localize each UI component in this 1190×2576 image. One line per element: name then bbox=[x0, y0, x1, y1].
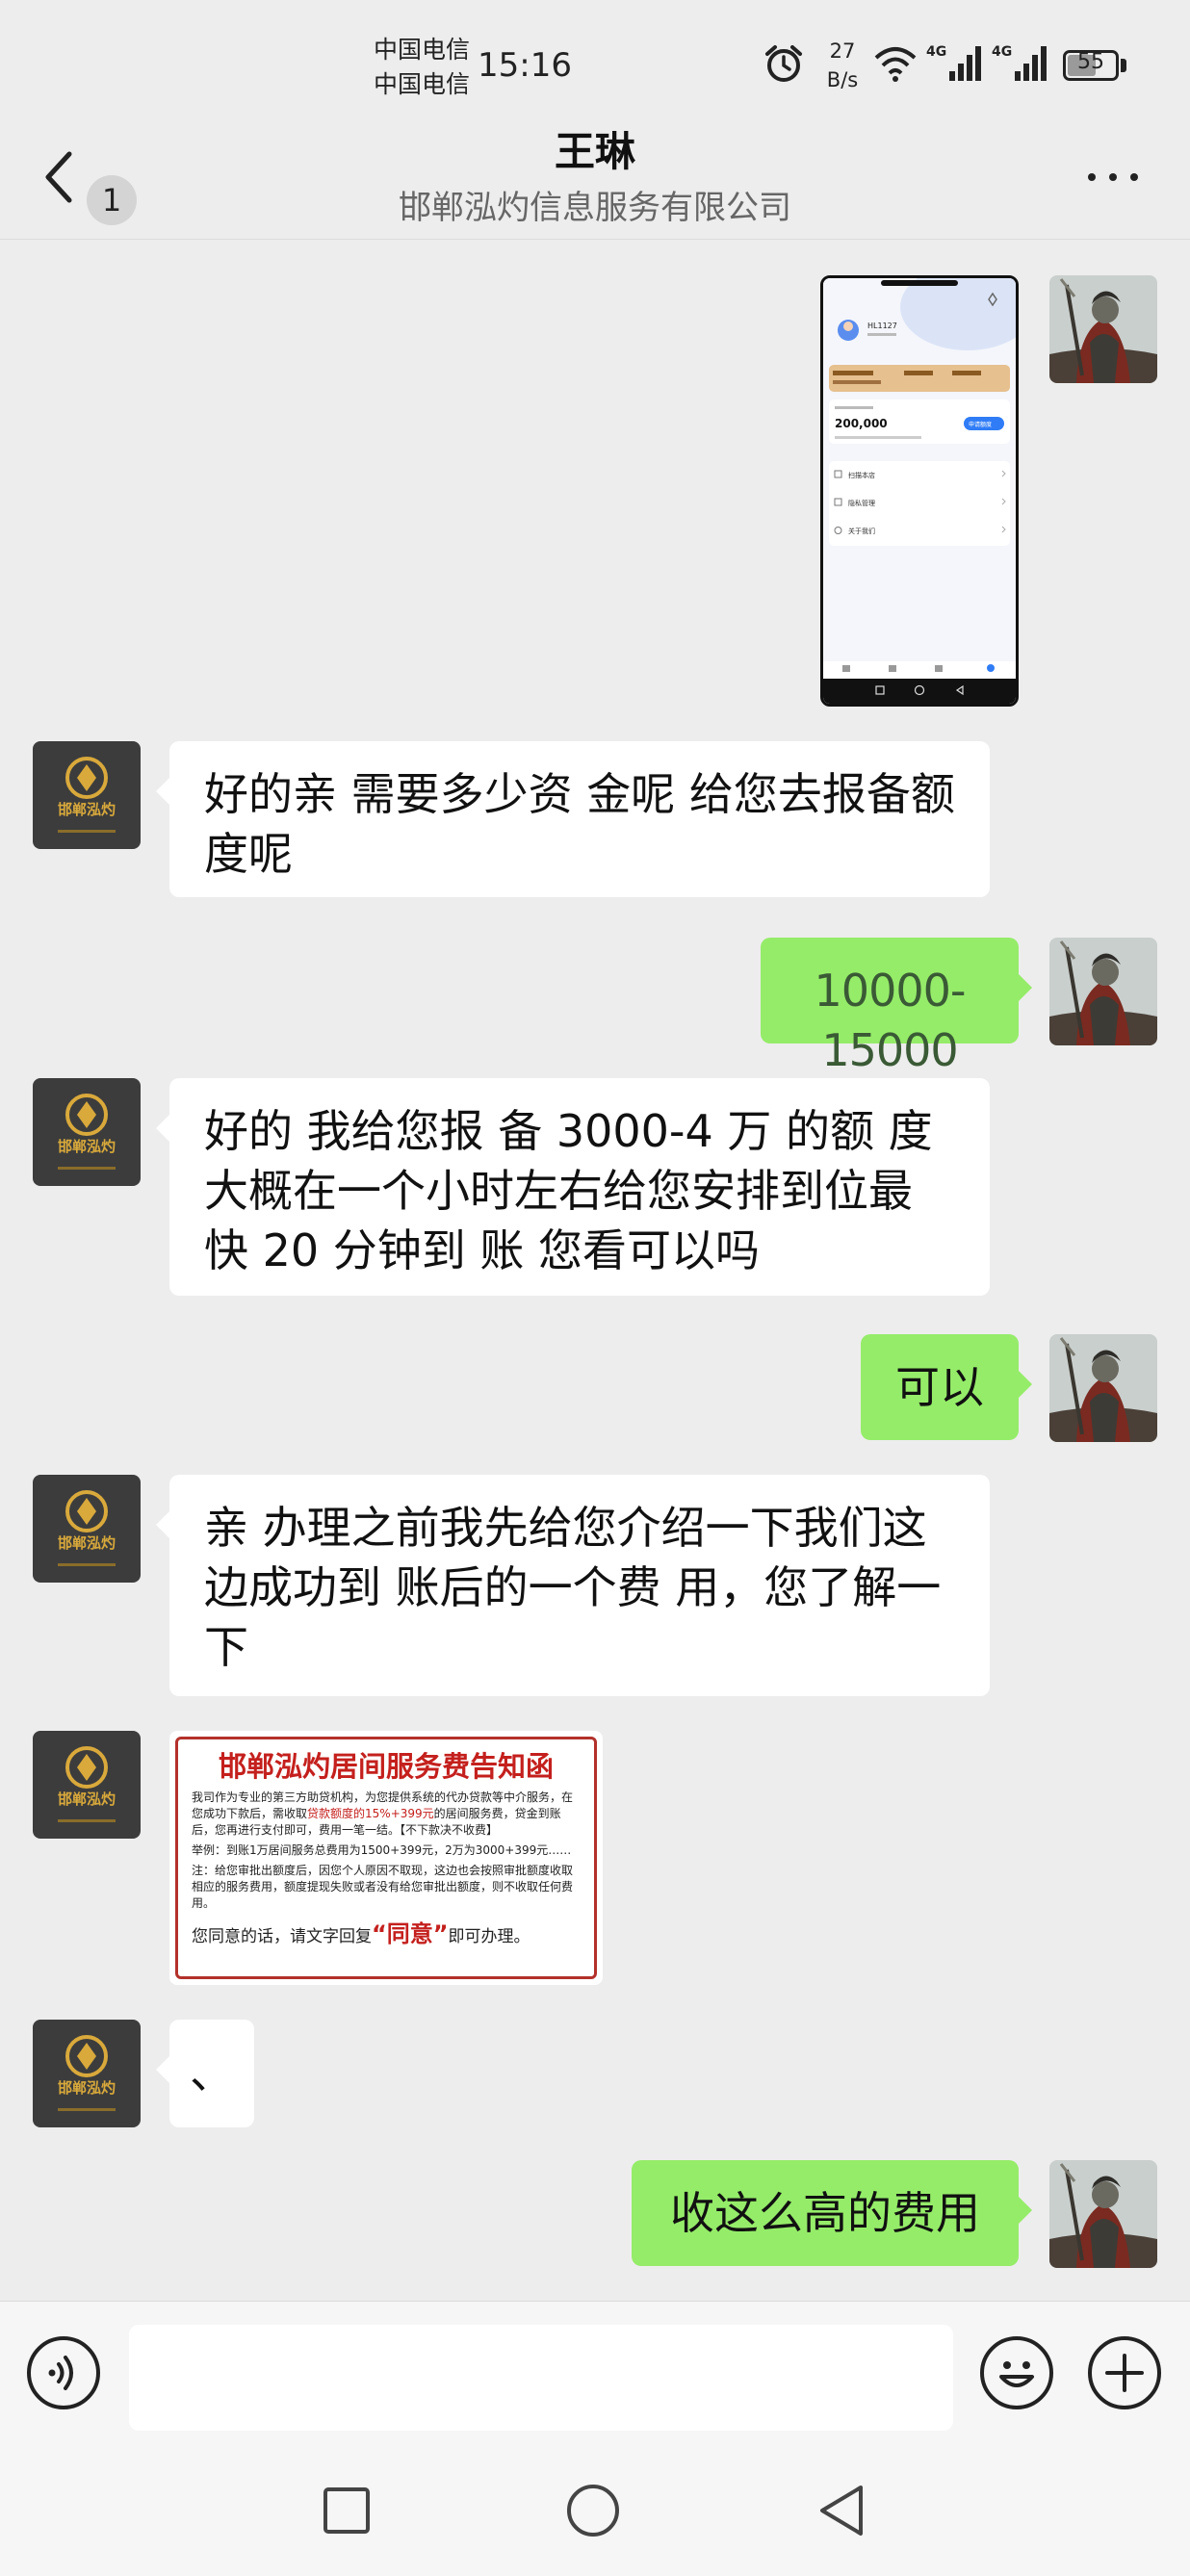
avatar-logo-text: 邯郸泓灼 bbox=[58, 1790, 116, 1808]
net-speed-unit: B/s bbox=[826, 68, 859, 91]
company-logo-avatar-image: 邯郸泓灼 bbox=[33, 2020, 141, 2127]
message-bubble[interactable]: 、 bbox=[156, 2020, 254, 2127]
notice-bottom-b: 即可办理。 bbox=[448, 1927, 530, 1946]
notice-bottom-a: 您同意的话，请文字回复 bbox=[192, 1927, 372, 1946]
message-bubble[interactable]: 收这么高的费用 bbox=[632, 2160, 1032, 2266]
my-avatar[interactable] bbox=[1049, 1334, 1157, 1442]
company-logo-avatar-image: 邯郸泓灼 bbox=[33, 1475, 141, 1583]
chat-message-list[interactable]: HL1127 200,000 申请额度 扫描本店 隐私管理 关于我们 邯郸泓灼 … bbox=[0, 239, 1190, 2301]
shot-amount: 200,000 bbox=[835, 417, 888, 430]
plus-icon[interactable] bbox=[1088, 2336, 1161, 2409]
notice-bottom-quote: “同意” bbox=[372, 1920, 449, 1947]
clock: 15:16 bbox=[478, 46, 572, 85]
signal-icon-1: 4G bbox=[926, 44, 981, 81]
system-nav-bar bbox=[0, 2445, 1190, 2576]
chat-header: 1 王琳 邯郸泓灼信息服务有限公司 bbox=[0, 114, 1190, 240]
my-avatar[interactable] bbox=[1049, 2160, 1157, 2268]
contact-avatar[interactable]: 邯郸泓灼 bbox=[33, 1731, 141, 1839]
avatar-logo-text: 邯郸泓灼 bbox=[58, 1138, 116, 1155]
notice-para1-red: 贷款额度的15%+399元 bbox=[307, 1807, 434, 1820]
carrier-2: 中国电信 bbox=[374, 70, 471, 98]
notice-note: 注：给您审批出额度后，因您个人原因不取现，这边也会按照审批额度收取相应的服务费用… bbox=[192, 1864, 574, 1910]
notice-example: 举例：到账1万居间服务总费用为1500+399元，2万为3000+399元…… bbox=[192, 1843, 572, 1857]
battery-level: 55 bbox=[1077, 50, 1104, 74]
net-speed-value: 27 bbox=[829, 39, 856, 63]
shot-menu-1: 扫描本店 bbox=[848, 471, 875, 479]
carrier-label: 中国电信 中国电信 bbox=[374, 33, 470, 102]
message-bubble[interactable]: 好的亲 需要多少资 金呢 给您去报备额 度呢 bbox=[156, 741, 990, 897]
message-input[interactable] bbox=[129, 2325, 953, 2431]
avatar-logo-text: 邯郸泓灼 bbox=[58, 2079, 116, 2097]
fee-notice-image-message[interactable]: 邯郸泓灼居间服务费告知函 我司作为专业的第三方助贷机构，为您提供系统的代办贷款等… bbox=[169, 1731, 603, 1985]
message-bubble[interactable]: 10000-15000 bbox=[761, 938, 1032, 1076]
battery-tip bbox=[1121, 59, 1126, 72]
voice-icon[interactable] bbox=[27, 2336, 100, 2409]
wifi-icon bbox=[874, 47, 917, 82]
company-logo-avatar-image: 邯郸泓灼 bbox=[33, 741, 141, 849]
input-bar bbox=[0, 2301, 1190, 2446]
contact-avatar[interactable]: 邯郸泓灼 bbox=[33, 1078, 141, 1186]
message-bubble[interactable]: 亲 办理之前我先给您介绍一下我们这边成功到 账后的一个费 用，您了解一下 bbox=[156, 1475, 990, 1696]
contact-name[interactable]: 王琳 bbox=[0, 119, 1190, 178]
notice-paragraph: 我司作为专业的第三方助贷机构，为您提供系统的代办贷款等中介服务，在您成功下款后，… bbox=[192, 1790, 581, 1839]
message-bubble[interactable]: 可以 bbox=[861, 1334, 1032, 1440]
fee-notice-frame: 邯郸泓灼居间服务费告知函 我司作为专业的第三方助贷机构，为您提供系统的代办贷款等… bbox=[175, 1737, 597, 1979]
my-avatar[interactable] bbox=[1049, 275, 1157, 383]
signal-icon-2: 4G bbox=[992, 44, 1047, 81]
contact-company: 邯郸泓灼信息服务有限公司 bbox=[399, 189, 791, 227]
signal-2-label: 4G bbox=[992, 44, 1012, 60]
app-screenshot-image: HL1127 200,000 申请额度 扫描本店 隐私管理 关于我们 bbox=[823, 278, 1016, 704]
net-speed: 27 B/s bbox=[820, 37, 865, 94]
signal-1-label: 4G bbox=[926, 44, 946, 60]
home-icon[interactable] bbox=[564, 2482, 622, 2539]
company-logo-avatar-image: 邯郸泓灼 bbox=[33, 1731, 141, 1839]
more-dots-icon[interactable] bbox=[1084, 162, 1142, 191]
carrier-1: 中国电信 bbox=[374, 36, 471, 64]
warrior-avatar-image bbox=[1049, 938, 1157, 1045]
shot-menu-3: 关于我们 bbox=[848, 527, 875, 535]
warrior-avatar-image bbox=[1049, 275, 1157, 383]
alarm-icon bbox=[765, 45, 802, 82]
contact-avatar[interactable]: 邯郸泓灼 bbox=[33, 741, 141, 849]
shot-user-id: HL1127 bbox=[867, 322, 897, 330]
emoji-icon[interactable] bbox=[980, 2336, 1053, 2409]
avatar-logo-text: 邯郸泓灼 bbox=[58, 801, 116, 818]
screenshot-image-message[interactable]: HL1127 200,000 申请额度 扫描本店 隐私管理 关于我们 bbox=[820, 275, 1019, 707]
company-logo-avatar-image: 邯郸泓灼 bbox=[33, 1078, 141, 1186]
message-bubble[interactable]: 好的 我给您报 备 3000-4 万 的额 度大概在一个小时左右给您安排到位最快… bbox=[156, 1078, 990, 1296]
battery-icon: 55 bbox=[1063, 50, 1119, 81]
notice-bottom-line: 您同意的话，请文字回复“同意”即可办理。 bbox=[192, 1921, 581, 1949]
avatar-logo-text: 邯郸泓灼 bbox=[58, 1534, 116, 1552]
warrior-avatar-image bbox=[1049, 1334, 1157, 1442]
contact-avatar[interactable]: 邯郸泓灼 bbox=[33, 2020, 141, 2127]
status-bar: 中国电信 中国电信 15:16 27 B/s 4G 4G 55 bbox=[0, 0, 1190, 125]
shot-button: 申请额度 bbox=[969, 421, 992, 428]
notice-title: 邯郸泓灼居间服务费告知函 bbox=[218, 1750, 554, 1783]
shot-menu-2: 隐私管理 bbox=[848, 499, 875, 507]
my-avatar[interactable] bbox=[1049, 938, 1157, 1045]
recents-icon[interactable] bbox=[322, 2486, 372, 2536]
warrior-avatar-image bbox=[1049, 2160, 1157, 2268]
contact-avatar[interactable]: 邯郸泓灼 bbox=[33, 1475, 141, 1583]
back-nav-icon[interactable] bbox=[815, 2482, 868, 2539]
